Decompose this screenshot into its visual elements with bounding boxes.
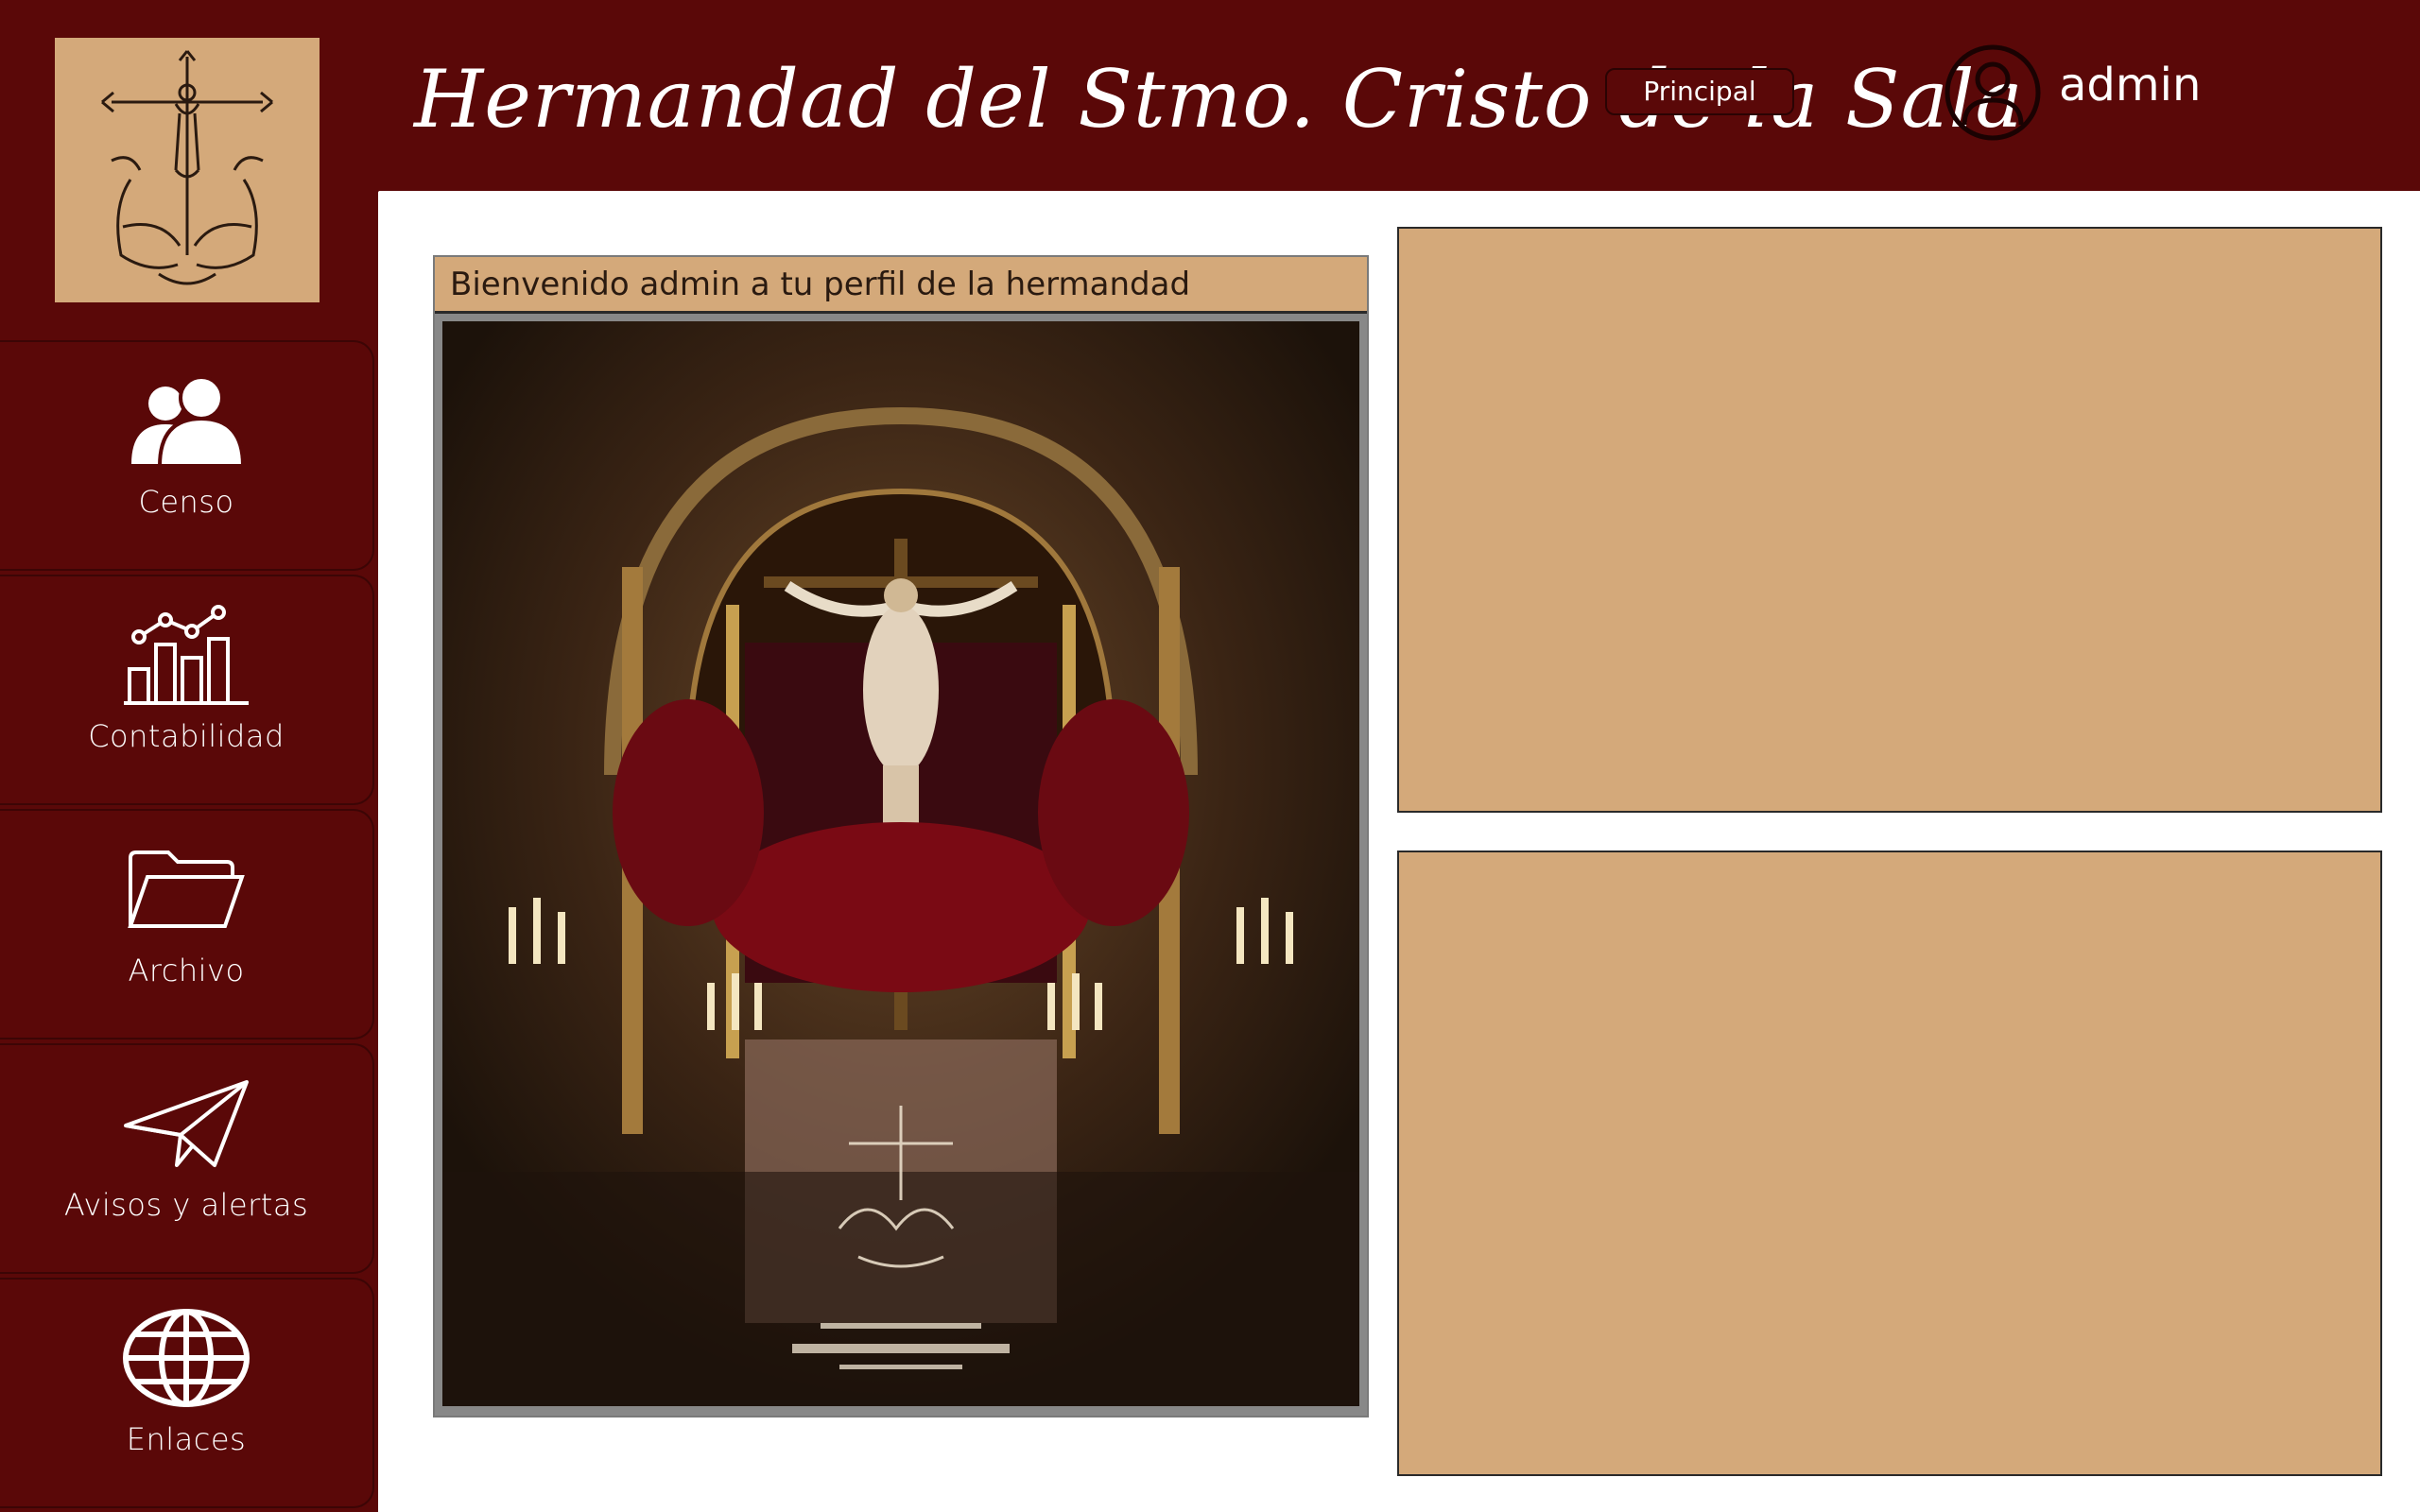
brotherhood-logo	[55, 38, 320, 302]
welcome-card: Bienvenido admin a tu perfil de la herma…	[433, 255, 1369, 1418]
sidebar-nav: Censo Contabilidad Archivo Avisos y aler…	[0, 340, 376, 1512]
principal-button[interactable]: Principal	[1605, 68, 1794, 115]
sidebar-item-archivo[interactable]: Archivo	[0, 809, 374, 1040]
app-title: Hermandad del Stmo. Cristo de la Sala	[414, 53, 2024, 146]
users-icon	[120, 369, 252, 472]
sidebar-item-label: Avisos y alertas	[63, 1187, 309, 1223]
crucifix-emblem-icon	[101, 50, 273, 285]
sidebar-item-avisos[interactable]: Avisos y alertas	[0, 1043, 374, 1274]
user-avatar-icon[interactable]	[1944, 43, 2042, 142]
main-content: Bienvenido admin a tu perfil de la herma…	[378, 191, 2420, 1512]
altar-photo	[442, 321, 1359, 1406]
globe-icon	[120, 1306, 252, 1410]
sidebar-item-label: Censo	[138, 484, 234, 520]
sidebar-item-label: Contabilidad	[88, 718, 285, 754]
chart-icon	[120, 603, 252, 707]
sidebar-item-enlaces[interactable]: Enlaces	[0, 1278, 374, 1508]
paper-plane-icon	[120, 1072, 252, 1176]
sidebar-item-label: Archivo	[128, 953, 245, 988]
user-name: admin	[2059, 59, 2202, 112]
welcome-message: Bienvenido admin a tu perfil de la herma…	[435, 257, 1367, 314]
folder-icon	[120, 837, 252, 941]
info-panel-top	[1397, 227, 2382, 813]
sidebar-item-label: Enlaces	[126, 1421, 247, 1457]
sidebar-item-contabilidad[interactable]: Contabilidad	[0, 575, 374, 805]
sidebar-item-censo[interactable]: Censo	[0, 340, 374, 571]
info-panel-bottom	[1397, 850, 2382, 1476]
